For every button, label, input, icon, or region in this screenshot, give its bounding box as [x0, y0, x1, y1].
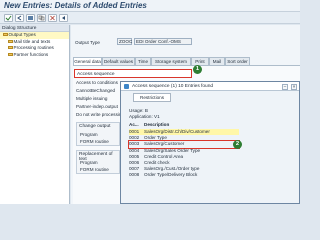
tree-item-partner-functions[interactable]: Partner functions	[0, 52, 69, 59]
tab-mail[interactable]: Mail	[209, 57, 225, 65]
output-type-field[interactable]: ZOOC	[117, 38, 132, 45]
prev-icon[interactable]	[59, 14, 68, 22]
tree-item-label: Output Types	[8, 32, 36, 37]
tree-item-label: Partner functions	[13, 51, 49, 57]
back-icon[interactable]	[15, 14, 24, 22]
popup-info: Usage: B Application: V1	[129, 108, 160, 120]
replacement-program-label: Program	[80, 160, 98, 165]
step-badge-1: 1	[193, 65, 202, 74]
output-type-description: EDI Order Conf.-OMS	[134, 38, 192, 45]
change-output-form-routine-label: FORM routine	[80, 139, 109, 144]
change-output-program-label: Program	[80, 132, 98, 137]
tab-default-values[interactable]: Default values	[102, 57, 135, 65]
access-sequence-field[interactable]: Access sequence	[74, 69, 192, 78]
popup-entry-list: 0001 SalesOrg/Distr.Ch/Div/Customer 0002 O…	[128, 129, 240, 179]
do-not-write-processing-label: Do not write processing	[76, 112, 125, 117]
entry-code: 0008	[129, 172, 140, 178]
multiple-issuing-label: Multiple issuing	[76, 96, 108, 101]
check-icon[interactable]	[4, 14, 13, 22]
cannot-be-changed-label: CannotBeChanged	[76, 88, 116, 93]
save-icon[interactable]	[26, 14, 35, 22]
tree-item-label: Processing routines	[13, 45, 54, 51]
tree-item-label: Mail title and texts	[13, 38, 51, 44]
window-title: New Entries: Details of Added Entries	[4, 1, 147, 10]
tab-sort-order[interactable]: Sort order	[225, 57, 250, 65]
tree-item-mail-title[interactable]: Mail title and texts	[0, 39, 69, 46]
tab-time[interactable]: Time	[135, 57, 151, 65]
tree-header: Dialog Structure	[0, 25, 69, 32]
popup-title: Access sequence (1) 10 Entries found	[132, 84, 214, 89]
access-sequence-popup: Access sequence (1) 10 Entries found – ×…	[120, 81, 300, 204]
list-item[interactable]: 0008 Order Type/Delivery Block	[129, 172, 239, 178]
column-description: Description	[144, 122, 170, 127]
change-output-group: Change output Program FORM routine	[76, 122, 120, 146]
step-badge-2: 2	[233, 140, 242, 149]
tab-storage-system[interactable]: Storage system	[151, 57, 191, 65]
restrictions-tab[interactable]: Restrictions	[133, 93, 171, 102]
application-label: Application: V1	[129, 113, 160, 119]
tab-print[interactable]: Print	[191, 57, 209, 65]
application-toolbar	[0, 12, 300, 24]
entry-description: Order Type/Delivery Block	[144, 172, 198, 178]
tree-item-processing-routines[interactable]: Processing routines	[0, 45, 69, 52]
access-conditions-label: Access to conditions	[76, 80, 118, 85]
window-titlebar: New Entries: Details of Added Entries	[0, 0, 300, 12]
partner-indep-output-label: Partner-indep.output	[76, 104, 118, 109]
folder-icon	[8, 53, 13, 57]
popup-column-headers: Ac... Description	[129, 122, 229, 129]
output-type-label: Output Type	[75, 40, 100, 45]
tab-strip: General data Default values Time Storage…	[73, 57, 300, 65]
replacement-form-routine-label: FORM routine	[80, 167, 109, 172]
replacement-text-group: Replacement of text Program FORM routine	[76, 150, 120, 174]
popup-titlebar: Access sequence (1) 10 Entries found – ×	[121, 82, 299, 91]
column-access: Ac...	[129, 122, 139, 127]
folder-icon	[8, 46, 13, 50]
change-output-title: Change output	[79, 124, 111, 129]
copy-icon[interactable]	[37, 14, 46, 22]
access-sequence-label: Access sequence	[77, 71, 115, 77]
popup-app-icon	[124, 84, 129, 89]
tree-item-output-types[interactable]: Output Types	[0, 32, 69, 39]
minimize-icon[interactable]: –	[282, 83, 288, 90]
tab-general-data[interactable]: General data	[73, 57, 102, 65]
dialog-structure-tree: Dialog Structure Output Types Mail title…	[0, 25, 70, 204]
delete-icon[interactable]	[48, 14, 57, 22]
close-icon[interactable]: ×	[291, 83, 297, 90]
folder-icon	[3, 33, 8, 37]
folder-icon	[8, 39, 13, 43]
